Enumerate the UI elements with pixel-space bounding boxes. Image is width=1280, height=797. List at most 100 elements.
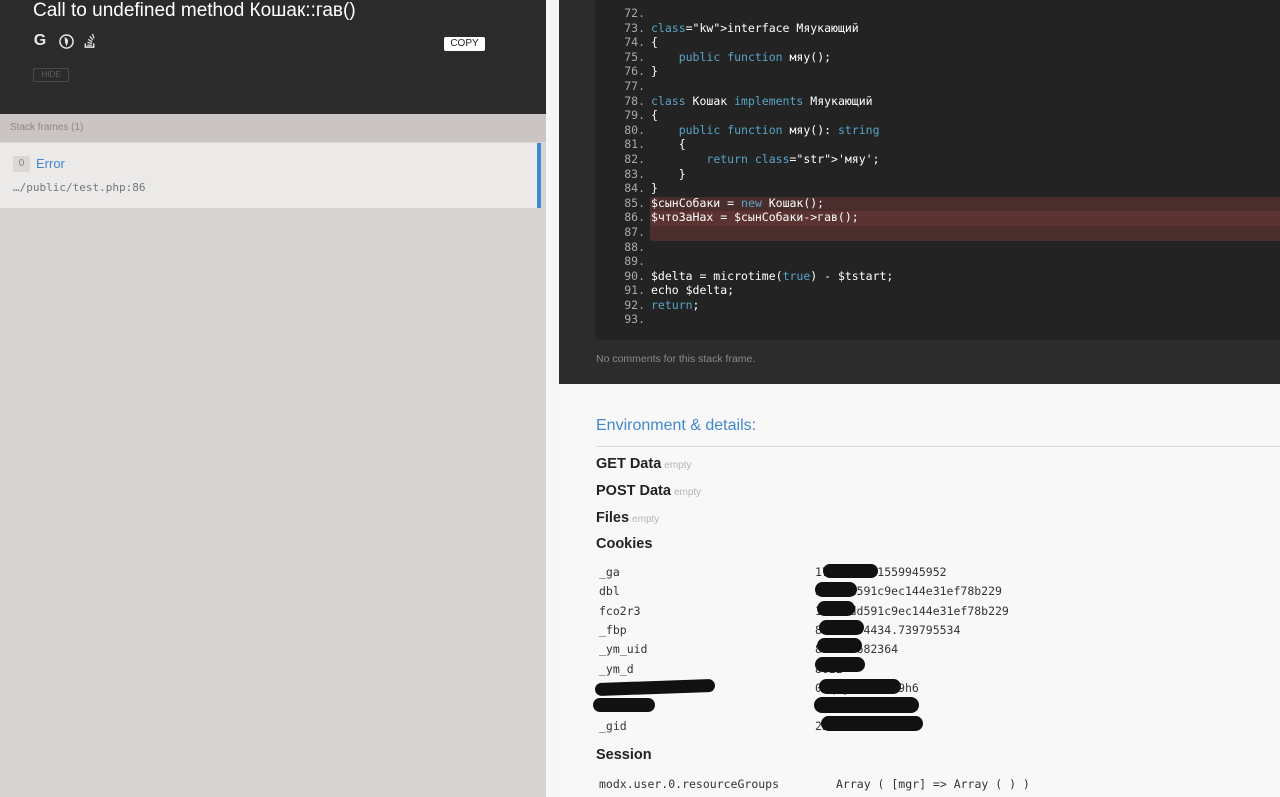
redaction-mark xyxy=(815,657,865,672)
cookies-label: Cookies xyxy=(596,536,653,552)
session-label: Session xyxy=(596,747,652,763)
stack-frame[interactable]: 0 Error …/public/test.php:86 xyxy=(0,143,541,208)
code-line: 77. xyxy=(595,79,1280,94)
left-panel: Call to undefined method Кошак::гав() G … xyxy=(0,0,546,797)
code-panel: 72. 73. class="kw">interface Мяукающий 74. {… xyxy=(559,0,1280,384)
line-number: 81. xyxy=(624,137,645,152)
frame-file: …/public/test.php:86 xyxy=(13,181,146,194)
stack-frames-header: Stack frames (1) xyxy=(0,114,546,142)
line-source: return class="str">'мяу'; xyxy=(706,151,880,166)
no-comments-text: No comments for this stack frame. xyxy=(596,353,756,365)
stack-frames-label: Stack frames (1) xyxy=(10,122,84,133)
line-source: class Кошак implements Мяукающий xyxy=(651,93,873,108)
cookie-key: _ym_uid xyxy=(599,642,648,657)
frame-index: 0 xyxy=(13,156,30,172)
line-number: 78. xyxy=(624,93,645,108)
redaction-mark xyxy=(823,564,878,578)
code-line: 82. return class="str">'мяу'; xyxy=(595,152,1280,167)
code-line: 88. xyxy=(595,240,1280,255)
google-search-icon[interactable]: G xyxy=(32,32,48,49)
hide-button[interactable]: HIDE xyxy=(33,68,69,82)
redaction-mark xyxy=(814,697,919,713)
code-line: 85. $сынСобаки = new Кошак(); xyxy=(595,196,1280,211)
line-number: 89. xyxy=(624,254,645,269)
line-number: 91. xyxy=(624,283,645,298)
code-line: 90. $delta = microtime(true) - $tstart; xyxy=(595,269,1280,284)
code-line: 74. { xyxy=(595,35,1280,50)
redaction-mark xyxy=(817,601,855,616)
code-line: 72. xyxy=(595,6,1280,21)
code-line: 75. public function мяу(); xyxy=(595,50,1280,65)
line-source: public function мяу(): string xyxy=(678,122,880,137)
duckduckgo-search-icon[interactable] xyxy=(58,33,74,49)
cookie-key: dbl xyxy=(599,584,620,599)
redaction-mark xyxy=(817,638,862,653)
code-line: 86. $чтоЗаНах = $сынСобаки->гав(); xyxy=(595,210,1280,225)
get-data-title: GET Data xyxy=(596,456,662,472)
line-number: 86. xyxy=(624,210,645,225)
line-number: 93. xyxy=(624,312,645,327)
line-source: } xyxy=(651,64,658,79)
redaction-mark xyxy=(594,678,716,697)
code-line: 93. xyxy=(595,312,1280,327)
line-number: 72. xyxy=(624,6,645,20)
line-number: 92. xyxy=(624,297,645,312)
line-source: class="kw">interface Мяукающий xyxy=(651,20,859,35)
line-number: 73. xyxy=(624,20,645,35)
get-data-label: GET Data empty xyxy=(596,456,692,472)
code-line: 81. { xyxy=(595,137,1280,152)
line-source: } xyxy=(651,181,658,196)
copy-button[interactable]: COPY xyxy=(444,37,485,51)
code-line: 80. public function мяу(): string xyxy=(595,123,1280,138)
redaction-mark xyxy=(819,620,864,635)
code-line: 83. } xyxy=(595,167,1280,182)
active-frame-indicator xyxy=(537,143,541,208)
line-source: return; xyxy=(651,297,700,312)
redaction-mark xyxy=(819,679,901,694)
error-header: Call to undefined method Кошак::гав() G … xyxy=(0,0,546,114)
redaction-mark xyxy=(821,716,923,731)
code-line: 79. { xyxy=(595,108,1280,123)
cookie-key: _ga xyxy=(599,565,620,579)
line-number: 74. xyxy=(624,35,645,50)
code-line: 76.} xyxy=(595,64,1280,79)
error-title: Call to undefined method Кошак::гав() xyxy=(33,0,356,21)
code-line: 84.} xyxy=(595,181,1280,196)
code-snippet: 72. 73. class="kw">interface Мяукающий 74. {… xyxy=(595,0,1280,340)
line-source: $delta = microtime(true) - $tstart; xyxy=(651,268,894,283)
environment-panel: Environment & details: GET Data empty POS… xyxy=(559,384,1280,797)
line-source: $чтоЗаНах = $сынСобаки->гав(); xyxy=(651,210,859,225)
line-source: $сынСобаки = new Кошак(); xyxy=(651,195,825,210)
session-value: Array ( [mgr] => Array ( ) ) xyxy=(836,777,1030,791)
line-number: 90. xyxy=(624,268,645,283)
files-empty: empty xyxy=(632,514,660,525)
cookie-key: fco2r3 xyxy=(599,603,641,618)
line-number: 79. xyxy=(624,108,645,123)
code-lines: 72. 73. class="kw">interface Мяукающий 74. {… xyxy=(595,6,1280,327)
line-source: echo $delta; xyxy=(651,283,735,298)
code-line: 91. echo $delta; xyxy=(595,283,1280,298)
cookie-key: _fbp xyxy=(599,622,627,637)
line-number: 75. xyxy=(624,49,645,64)
redaction-mark xyxy=(593,698,655,712)
line-number: 80. xyxy=(624,122,645,137)
code-line: 78. class Кошак implements Мяукающий xyxy=(595,94,1280,109)
session-key: modx.user.0.resourceGroups xyxy=(599,777,780,791)
code-line: 92. return; xyxy=(595,298,1280,313)
environment-title: Environment & details: xyxy=(596,417,757,434)
line-number: 85. xyxy=(624,195,645,210)
files-label: Files empty xyxy=(596,510,659,526)
line-number: 88. xyxy=(624,239,645,254)
line-source: public function мяу(); xyxy=(678,49,832,64)
line-number: 77. xyxy=(624,78,645,93)
environment-divider xyxy=(596,446,1280,447)
post-data-empty: empty xyxy=(673,487,702,498)
cookie-key: _gid xyxy=(599,719,627,734)
line-number: 82. xyxy=(624,151,645,166)
code-line: 73. class="kw">interface Мяукающий xyxy=(595,21,1280,36)
stackoverflow-search-icon[interactable] xyxy=(82,33,98,49)
code-line: 89. xyxy=(595,254,1280,269)
post-data-title: POST Data xyxy=(596,483,671,499)
files-title: Files xyxy=(596,510,630,526)
code-line: 87. xyxy=(595,225,1280,240)
